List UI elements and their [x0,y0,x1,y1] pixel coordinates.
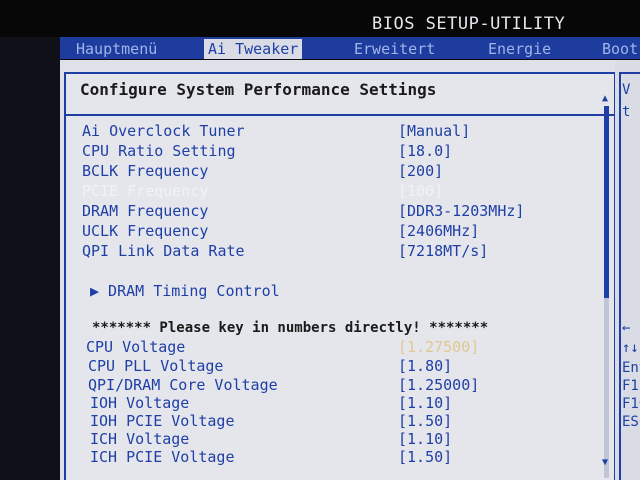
setting-label: PCIE Frequency [82,182,209,200]
setting-row-dram-frequency[interactable]: DRAM Frequency [DDR3-1203MHz] [66,202,586,222]
tab-bar: Hauptmenü Ai Tweaker Erweitert Energie B… [60,37,640,59]
voltage-row-cpu-voltage[interactable]: CPU Voltage [1.27500] [66,338,586,358]
setting-label: Ai Overclock Tuner [82,122,245,140]
voltage-label: ICH Voltage [90,430,190,448]
setting-row-pcie-frequency: PCIE Frequency [100] [66,182,586,202]
help-key-f1: F1 [622,378,639,394]
setting-label: DRAM Frequency [82,202,209,220]
tab-hauptmenu[interactable]: Hauptmenü [76,39,157,59]
setting-label: QPI Link Data Rate [82,242,245,260]
title-bar: BIOS SETUP-UTILITY [0,0,640,38]
voltage-label: CPU Voltage [86,338,186,356]
setting-row-uclk-frequency[interactable]: UCLK Frequency [2406MHz] [66,222,586,242]
down-arrow-icon[interactable]: ▼ [602,458,612,468]
voltage-label: CPU PLL Voltage [88,357,224,375]
help-text-1: V [622,82,631,98]
voltage-row-cpu-pll[interactable]: CPU PLL Voltage [1.80] [66,357,586,377]
up-arrow-icon[interactable]: ▲ [602,94,612,104]
setting-value: [100] [398,182,444,200]
voltage-value[interactable]: [1.50] [398,412,452,430]
tab-erweitert[interactable]: Erweitert [354,39,435,59]
help-key-left-arrow: ← [622,320,631,336]
help-key-f10: F10 [622,396,640,412]
voltage-row-ioh-pcie[interactable]: IOH PCIE Voltage [1.50] [66,412,586,432]
voltage-value[interactable]: [1.25000] [398,376,479,394]
manual-entry-note: ******* Please key in numbers directly! … [92,320,489,336]
setting-value[interactable]: [DDR3-1203MHz] [398,202,524,220]
setting-label: CPU Ratio Setting [82,142,236,160]
voltage-label: ICH PCIE Voltage [90,448,235,466]
settings-frame: Configure System Performance Settings Ai… [64,72,616,480]
help-key-esc: ESC [622,414,640,430]
help-panel: V t ← ↑↓ Ent F1 F10 ESC [615,60,640,480]
voltage-row-qpi-dram-core[interactable]: QPI/DRAM Core Voltage [1.25000] [66,376,586,396]
bios-screen: BIOS SETUP-UTILITY Hauptmenü Ai Tweaker … [0,0,640,480]
setting-row-qpi-link-data-rate[interactable]: QPI Link Data Rate [7218MT/s] [66,242,586,262]
dram-timing-control-submenu[interactable]: ▶ DRAM Timing Control [90,282,280,300]
voltage-row-ioh[interactable]: IOH Voltage [1.10] [66,394,586,414]
setting-row-ai-overclock-tuner[interactable]: Ai Overclock Tuner [Manual] [66,122,586,142]
voltage-label: QPI/DRAM Core Voltage [88,376,278,394]
main-panel: Configure System Performance Settings Ai… [60,60,616,480]
tab-ai-tweaker[interactable]: Ai Tweaker [204,39,303,59]
scrollbar-thumb[interactable] [604,106,609,298]
setting-value[interactable]: [200] [398,162,443,180]
setting-value[interactable]: [7218MT/s] [398,242,488,260]
setting-label: UCLK Frequency [82,222,209,240]
setting-value[interactable]: [Manual] [398,122,470,140]
help-frame: V t ← ↑↓ Ent F1 F10 ESC [619,72,640,480]
header-divider [66,114,614,116]
setting-label: BCLK Frequency [82,162,209,180]
help-key-up-down: ↑↓ [622,340,639,356]
help-text-2: t [622,104,631,120]
setting-row-cpu-ratio[interactable]: CPU Ratio Setting [18.0] [66,142,586,162]
left-bezel [0,37,60,480]
voltage-label: IOH PCIE Voltage [90,412,235,430]
voltage-row-ich-pcie[interactable]: ICH PCIE Voltage [1.50] [66,448,586,468]
scrollbar-track[interactable] [604,298,609,478]
setting-row-bclk-frequency[interactable]: BCLK Frequency [200] [66,162,586,182]
voltage-value[interactable]: [1.50] [398,448,452,466]
help-key-enter: Ent [622,360,640,376]
tab-energie[interactable]: Energie [488,39,551,59]
voltage-value[interactable]: [1.27500] [398,338,479,356]
tab-boot[interactable]: Boot [602,39,638,59]
voltage-value[interactable]: [1.10] [398,430,452,448]
setting-value[interactable]: [2406MHz] [398,222,479,240]
page-title: Configure System Performance Settings [80,80,437,99]
setting-value[interactable]: [18.0] [398,142,452,160]
voltage-row-ich[interactable]: ICH Voltage [1.10] [66,430,586,450]
voltage-value[interactable]: [1.80] [398,357,452,375]
voltage-value[interactable]: [1.10] [398,394,452,412]
app-title: BIOS SETUP-UTILITY [372,14,566,34]
voltage-label: IOH Voltage [90,394,190,412]
